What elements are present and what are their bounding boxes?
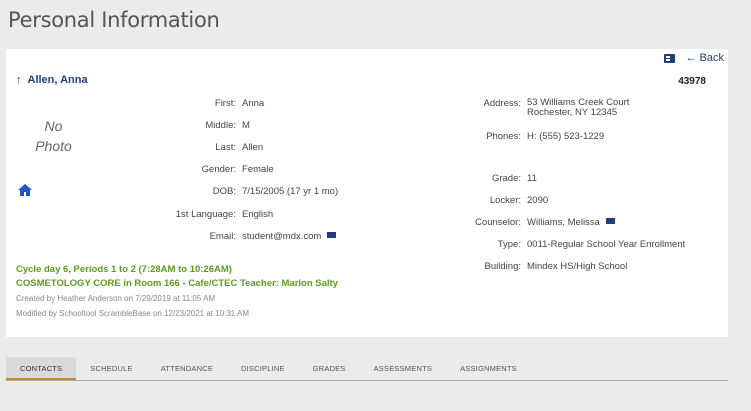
up-arrow-icon[interactable]: ↑ [16, 74, 22, 86]
personal-info-card: ← Back 43978 ↑ Allen, Anna No Photo Firs… [6, 49, 728, 337]
tab-assessments[interactable]: ASSESSMENTS [360, 357, 446, 380]
current-course: COSMETOLOGY CORE in Room 166 - Cafe/CTEC… [16, 278, 339, 289]
page-title: Personal Information [8, 8, 220, 32]
tab-schedule[interactable]: SCHEDULE [76, 357, 146, 380]
student-name-row[interactable]: ↑ Allen, Anna [16, 74, 88, 86]
tab-contacts[interactable]: CONTACTS [6, 357, 77, 380]
back-button[interactable]: ← Back [685, 52, 724, 64]
phones-field: Phones: H: (555) 523-1229 [486, 131, 605, 142]
tab-bar: CONTACTS SCHEDULE ATTENDANCE DISCIPLINE … [6, 357, 728, 381]
mail-icon[interactable] [605, 218, 615, 224]
cycle-day-info: Cycle day 6, Periods 1 to 2 (7:28AM to 1… [16, 264, 232, 275]
grade-field: Grade: 11 [491, 173, 537, 184]
tab-assignments[interactable]: ASSIGNMENTS [446, 357, 531, 380]
locker-field: Locker: 2090 [489, 195, 549, 206]
card-toolbar: ← Back [664, 52, 724, 64]
tab-grades[interactable]: GRADES [299, 357, 360, 380]
tab-attendance[interactable]: ATTENDANCE [147, 357, 227, 380]
tab-discipline[interactable]: DISCIPLINE [227, 357, 299, 380]
student-name[interactable]: Allen, Anna [28, 74, 88, 86]
last-name-field: Last: Allen [215, 142, 264, 153]
mail-icon[interactable] [327, 232, 337, 238]
address-field: Address: 53 Williams Creek Court Rocheste… [483, 97, 630, 118]
created-info: Created by Heather Anderson on 7/29/2019… [16, 294, 216, 303]
id-card-icon[interactable] [664, 53, 676, 63]
type-field: Type: 0011-Regular School Year Enrollment [497, 239, 686, 250]
student-id: 43978 [678, 76, 706, 87]
counselor-field: Counselor: Williams, Melissa [6, 217, 615, 228]
middle-name-field: Middle: M [205, 120, 250, 131]
modified-info: Modified by Schooltool ScrambleBase on 1… [16, 309, 250, 318]
